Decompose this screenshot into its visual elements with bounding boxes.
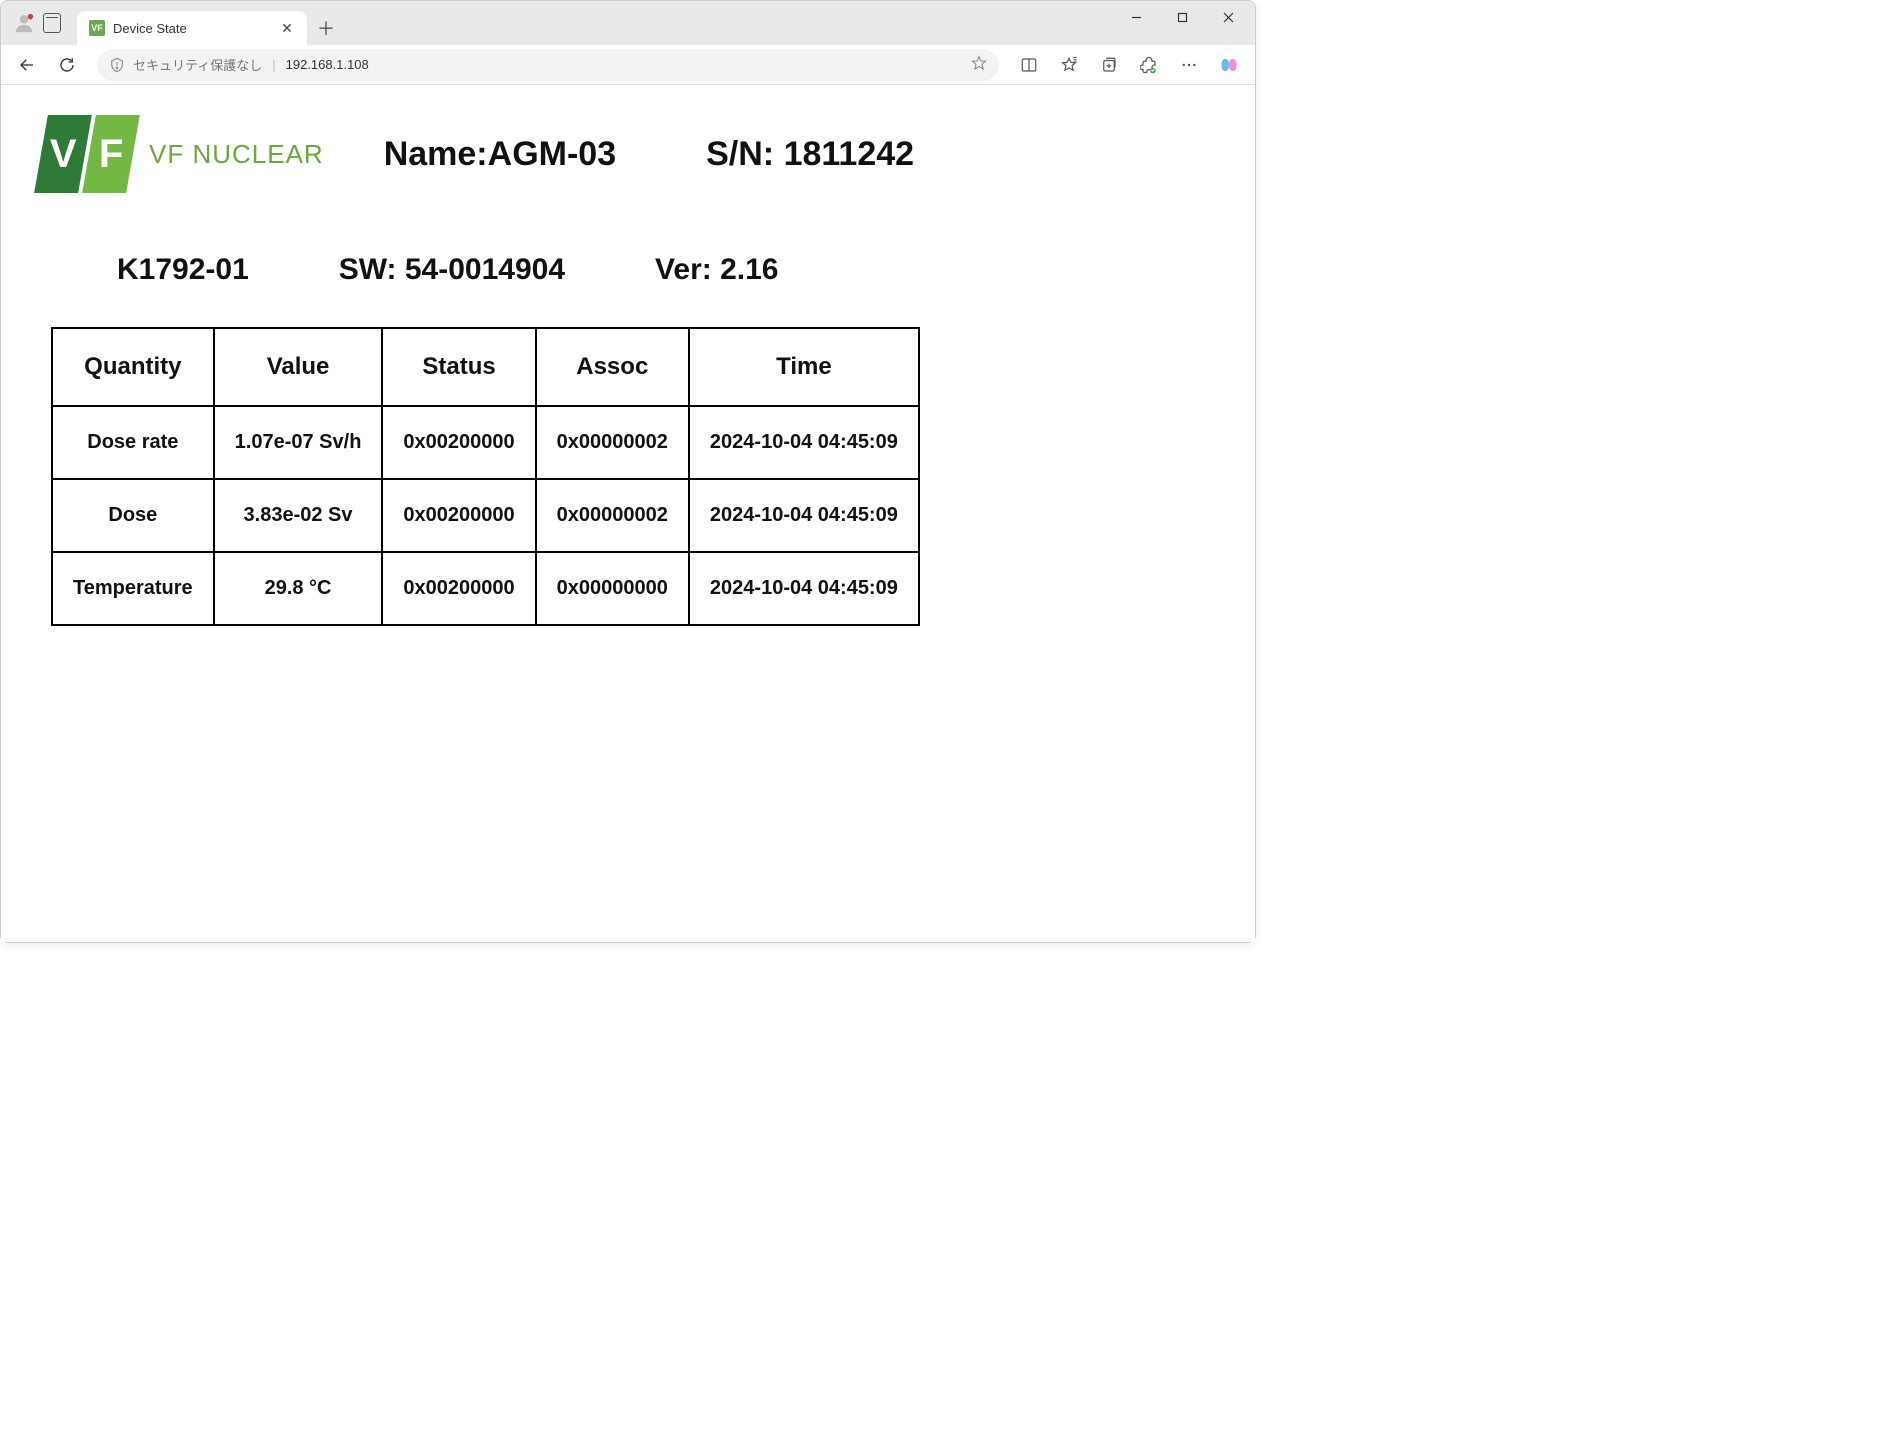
window-controls [1113, 1, 1251, 33]
tab-title: Device State [113, 21, 187, 36]
col-quantity: Quantity [52, 328, 214, 406]
copilot-icon[interactable] [1211, 49, 1247, 81]
security-label: セキュリティ保護なし [133, 55, 262, 74]
close-tab-icon[interactable]: ✕ [279, 20, 295, 36]
device-name: Name:AGM-03 [384, 135, 616, 174]
cell-status: 0x00200000 [382, 406, 535, 479]
readings-table: Quantity Value Status Assoc Time Dose ra… [51, 327, 920, 626]
cell-assoc: 0x00000002 [536, 479, 689, 552]
collections-icon[interactable] [1091, 49, 1127, 81]
favorites-icon[interactable] [1051, 49, 1087, 81]
favorite-icon[interactable] [971, 55, 987, 74]
cell-value: 29.8 °C [214, 552, 383, 625]
minimize-button[interactable] [1113, 1, 1159, 33]
cell-status: 0x00200000 [382, 479, 535, 552]
close-window-button[interactable] [1205, 1, 1251, 33]
table-row: Temperature 29.8 °C 0x00200000 0x0000000… [52, 552, 919, 625]
cell-time: 2024-10-04 04:45:09 [689, 479, 919, 552]
browser-window: VF Device State ✕ ＋ セキュリティ保護なし | 192.168… [0, 0, 1256, 943]
serial-number: S/N: 1811242 [706, 135, 914, 174]
maximize-button[interactable] [1159, 1, 1205, 33]
address-bar[interactable]: セキュリティ保護なし | 192.168.1.108 [97, 49, 999, 81]
cell-quantity: Dose [52, 479, 214, 552]
table-header-row: Quantity Value Status Assoc Time [52, 328, 919, 406]
table-row: Dose 3.83e-02 Sv 0x00200000 0x00000002 2… [52, 479, 919, 552]
model-code: K1792-01 [117, 253, 249, 287]
profile-icon[interactable] [13, 12, 35, 34]
address-separator: | [272, 57, 275, 72]
col-value: Value [214, 328, 383, 406]
col-time: Time [689, 328, 919, 406]
cell-assoc: 0x00000000 [536, 552, 689, 625]
logo-text: VF NUCLEAR [149, 139, 324, 170]
tab-favicon: VF [89, 20, 105, 36]
cell-time: 2024-10-04 04:45:09 [689, 552, 919, 625]
col-status: Status [382, 328, 535, 406]
cell-value: 1.07e-07 Sv/h [214, 406, 383, 479]
tab-manager-icon[interactable] [43, 14, 61, 32]
table-row: Dose rate 1.07e-07 Sv/h 0x00200000 0x000… [52, 406, 919, 479]
url: 192.168.1.108 [286, 57, 369, 72]
browser-tab[interactable]: VF Device State ✕ [77, 11, 307, 45]
software-version: SW: 54-0014904 [339, 253, 565, 287]
firmware-version: Ver: 2.16 [655, 253, 778, 287]
more-menu-icon[interactable] [1171, 49, 1207, 81]
titlebar: VF Device State ✕ ＋ [1, 1, 1255, 45]
new-tab-button[interactable]: ＋ [311, 13, 341, 43]
back-button[interactable] [9, 49, 45, 81]
cell-assoc: 0x00000002 [536, 406, 689, 479]
refresh-button[interactable] [49, 49, 85, 81]
cell-quantity: Dose rate [52, 406, 214, 479]
not-secure-icon [109, 57, 125, 73]
col-assoc: Assoc [536, 328, 689, 406]
cell-status: 0x00200000 [382, 552, 535, 625]
logo: V F VF NUCLEAR [41, 115, 324, 193]
cell-value: 3.83e-02 Sv [214, 479, 383, 552]
page-content: V F VF NUCLEAR Name:AGM-03 S/N: 1811242 … [1, 85, 1255, 942]
toolbar: セキュリティ保護なし | 192.168.1.108 [1, 45, 1255, 85]
logo-glyph-f: F [82, 115, 140, 193]
extensions-icon[interactable] [1131, 49, 1167, 81]
cell-time: 2024-10-04 04:45:09 [689, 406, 919, 479]
split-screen-icon[interactable] [1011, 49, 1047, 81]
cell-quantity: Temperature [52, 552, 214, 625]
